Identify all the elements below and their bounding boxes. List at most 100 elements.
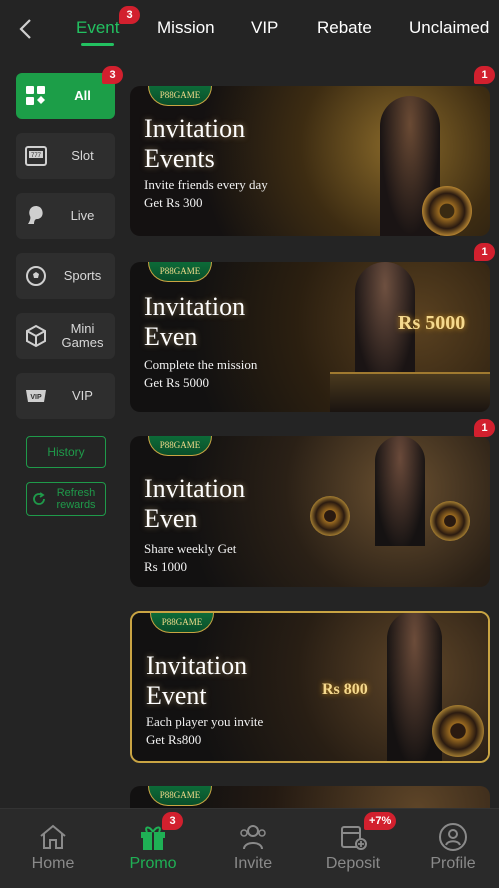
soccer-ball-icon [26, 266, 46, 286]
tab-mission[interactable]: Mission [157, 0, 215, 58]
subtitle-line: Share weekly Get [144, 541, 237, 556]
category-sidebar: All 3 777 Slot Live Sports Mini Games VI [0, 58, 130, 808]
title-line: Even [144, 504, 198, 533]
nav-promo-badge: 3 [162, 812, 183, 830]
banner-badge: 1 [474, 66, 495, 84]
nav-deposit[interactable]: +7% Deposit [303, 809, 403, 888]
banner-subtitle: Complete the mission Get Rs 5000 [144, 356, 257, 392]
brand-logo: P88GAME [148, 436, 212, 456]
title-line: Events [144, 144, 215, 173]
label-line: Games [61, 335, 104, 350]
banner-title: Invitation Event [146, 651, 247, 711]
bottom-navigation: Home 3 Promo Invite +7% Deposit Profile [0, 808, 499, 888]
promo-banner[interactable]: Rs 800 P88GAME Invitation Event Each pla… [130, 611, 490, 763]
svg-text:VIP: VIP [30, 394, 42, 401]
nav-label: Invite [233, 855, 273, 872]
top-tab-bar: Event 3 Mission VIP Rebate Unclaimed [0, 0, 499, 58]
banner-badge: 1 [474, 243, 495, 261]
title-line: Invitation [144, 114, 246, 143]
brand-logo: P88GAME [150, 613, 214, 633]
sidebar-item-all[interactable]: All 3 [16, 66, 123, 119]
banner-badge: 1 [474, 419, 495, 437]
tab-label: Mission [157, 18, 215, 37]
tab-label: Unclaimed [409, 18, 490, 37]
chevron-left-icon [19, 19, 31, 39]
banner-subtitle: Share weekly Get Rs 1000 [144, 540, 236, 576]
title-line: Event [146, 681, 207, 710]
subtitle-line: Rs 1000 [144, 559, 187, 574]
banner-subtitle: Invite friends every day Get Rs 300 [144, 176, 268, 212]
sidebar-item-live[interactable]: Live [16, 193, 115, 239]
tab-label: Event [76, 18, 120, 37]
roulette-wheel-image [432, 705, 484, 757]
refresh-label: Refresh rewards [47, 487, 105, 511]
grid-icon [26, 86, 45, 105]
roulette-wheel-image [430, 501, 470, 541]
brand-logo: P88GAME [148, 86, 212, 106]
nav-home[interactable]: Home [3, 809, 103, 888]
nav-profile[interactable]: Profile [403, 809, 499, 888]
sidebar-item-label: Slot [71, 148, 94, 163]
label-line: Refresh [56, 487, 96, 499]
refresh-icon [33, 492, 45, 505]
sidebar-item-mini-games[interactable]: Mini Games [16, 313, 115, 359]
profile-icon [439, 823, 467, 851]
amount-tag: Rs 5000 [398, 312, 466, 334]
back-button[interactable] [14, 17, 36, 41]
users-icon [240, 825, 266, 850]
tab-vip[interactable]: VIP [251, 0, 278, 58]
banner-title: Invitation Events [144, 114, 245, 174]
tab-unclaimed[interactable]: Unclaimed [409, 0, 489, 58]
history-button[interactable]: History [26, 436, 106, 468]
tab-event[interactable]: Event 3 [76, 0, 140, 58]
home-icon [40, 824, 66, 849]
sidebar-item-label: VIP [72, 388, 93, 403]
tab-event-badge: 3 [119, 6, 140, 24]
promo-banner[interactable]: P88GAME Invitation Events Invite friends… [130, 86, 490, 236]
banner-title: Invitation Even [144, 474, 245, 534]
sidebar-item-label: Mini Games [52, 322, 113, 350]
amount-tag: Rs 800 [322, 681, 368, 698]
model-image [375, 436, 425, 546]
title-line: Invitation [144, 474, 246, 503]
table-image [330, 372, 490, 412]
sidebar-item-label: All [74, 88, 91, 103]
label-line: Mini [70, 321, 95, 336]
sidebar-item-slot[interactable]: 777 Slot [16, 133, 115, 179]
sidebar-item-label: Sports [63, 268, 102, 283]
subtitle-line: Get Rs 5000 [144, 375, 209, 390]
history-label: History [47, 445, 85, 459]
nav-invite[interactable]: Invite [203, 809, 303, 888]
title-line: Invitation [146, 651, 248, 680]
subtitle-line: Each player you invite [146, 714, 264, 729]
slot-machine-icon: 777 [25, 146, 47, 166]
sidebar-item-vip[interactable]: VIP VIP [16, 373, 115, 419]
banner-title: Invitation Even [144, 292, 245, 352]
svg-text:777: 777 [31, 153, 42, 159]
roulette-wheel-image [310, 496, 350, 536]
refresh-rewards-button[interactable]: Refresh rewards [26, 482, 106, 516]
sidebar-item-sports[interactable]: Sports [16, 253, 115, 299]
nav-label: Promo [129, 855, 177, 872]
nav-label: Deposit [325, 855, 381, 872]
roulette-wheel-image [422, 186, 472, 236]
promo-banner[interactable]: P88GAME Invitation Even Share weekly Get… [130, 436, 490, 587]
tab-rebate[interactable]: Rebate [317, 0, 372, 58]
nav-label: Home [31, 855, 75, 872]
subtitle-line: Get Rs 300 [144, 195, 203, 210]
promo-banner[interactable]: Rs 5000 P88GAME Invitation Even Complete… [130, 262, 490, 412]
vip-card-icon: VIP [26, 390, 46, 402]
title-line: Even [144, 322, 198, 351]
title-line: Invitation [144, 292, 246, 321]
nav-promo[interactable]: 3 Promo [103, 809, 203, 888]
brand-logo: P88GAME [148, 262, 212, 282]
brand-logo: P88GAME [148, 786, 212, 806]
banner-subtitle: Each player you invite Get Rs800 [146, 713, 263, 749]
tab-label: VIP [251, 18, 279, 37]
tab-label: Rebate [317, 18, 372, 37]
subtitle-line: Get Rs800 [146, 732, 202, 747]
live-dealer-icon [28, 206, 43, 224]
nav-deposit-badge: +7% [364, 812, 397, 830]
subtitle-line: Complete the mission [144, 357, 258, 372]
cube-icon [26, 324, 46, 348]
